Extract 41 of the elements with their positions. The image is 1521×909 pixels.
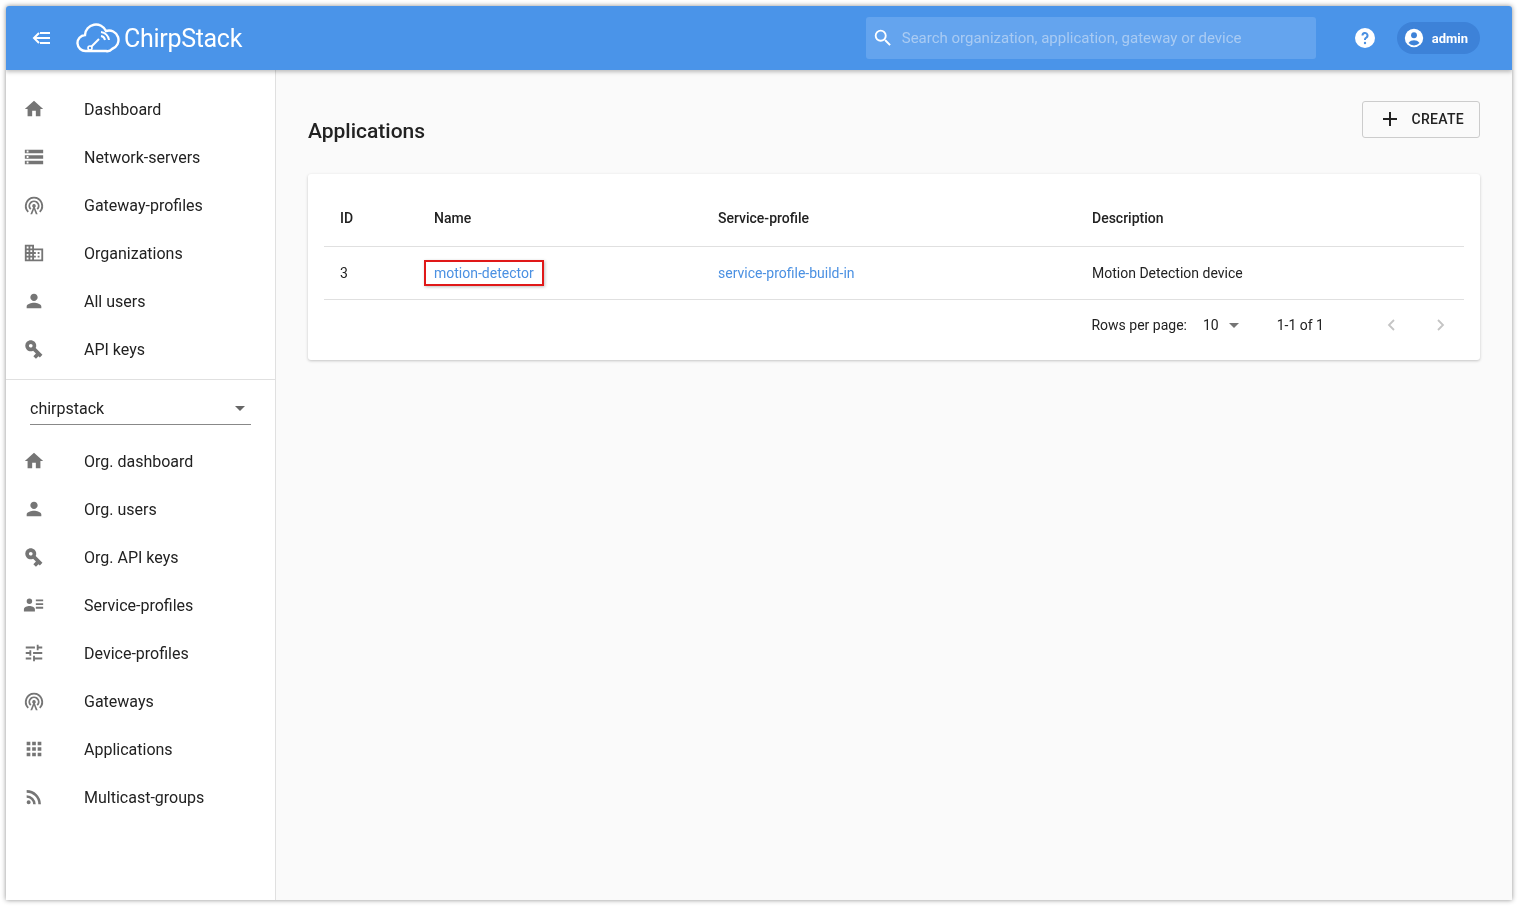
sidebar-item[interactable]: Org. dashboard (6, 437, 275, 485)
brand-name: ChirpStack (124, 23, 242, 53)
organization-select[interactable]: chirpstack (30, 392, 251, 425)
building-icon (23, 242, 45, 264)
sidebar-item[interactable]: Service-profiles (6, 581, 275, 629)
rows-per-page-select[interactable]: 10 (1202, 317, 1239, 333)
account-icon (1402, 27, 1425, 49)
column-header: Service-profile (702, 190, 1076, 247)
sidebar-item[interactable]: Gateway-profiles (6, 181, 275, 229)
sidebar-item[interactable]: All users (6, 277, 275, 325)
help-icon[interactable] (1352, 26, 1377, 50)
sidebar-item[interactable]: Device-profiles (6, 629, 275, 677)
sidebar-item[interactable]: Org. API keys (6, 533, 275, 581)
dropdown-caret-icon (1228, 322, 1239, 328)
column-header: ID (324, 190, 418, 247)
plus-icon (1383, 112, 1398, 126)
page-range: 1-1 of 1 (1276, 317, 1324, 333)
cloud-logo-icon (76, 21, 120, 55)
page-title: Applications (308, 119, 426, 143)
sidebar-item[interactable]: Org. users (6, 485, 275, 533)
table-cell: Motion Detection device (1076, 246, 1464, 300)
antenna-icon (23, 194, 45, 216)
user-menu-button[interactable]: admin (1396, 22, 1480, 54)
sidebar-item[interactable]: Applications (6, 725, 275, 773)
sidebar-item[interactable]: Multicast-groups (6, 773, 275, 821)
dropdown-caret-icon (235, 405, 245, 411)
create-button[interactable]: CREATE (1362, 100, 1480, 138)
key-icon (23, 546, 45, 568)
antenna-icon (23, 690, 45, 712)
column-header: Description (1076, 190, 1464, 247)
sidebar-item[interactable]: Dashboard (6, 85, 275, 133)
sidebar-item[interactable]: API keys (6, 325, 275, 373)
sidebar-item[interactable]: Organizations (6, 229, 275, 277)
table-cell: 3 (324, 246, 418, 300)
search-field[interactable]: Search organization, application, gateway or device (865, 17, 1316, 59)
sidebar-item[interactable]: Network-servers (6, 133, 275, 181)
column-header: Name (418, 190, 702, 247)
sliders-icon (23, 642, 45, 664)
sidebar-item[interactable]: Gateways (6, 677, 275, 725)
rows-per-page-label: Rows per page: (1091, 317, 1187, 333)
key-icon (23, 338, 45, 360)
